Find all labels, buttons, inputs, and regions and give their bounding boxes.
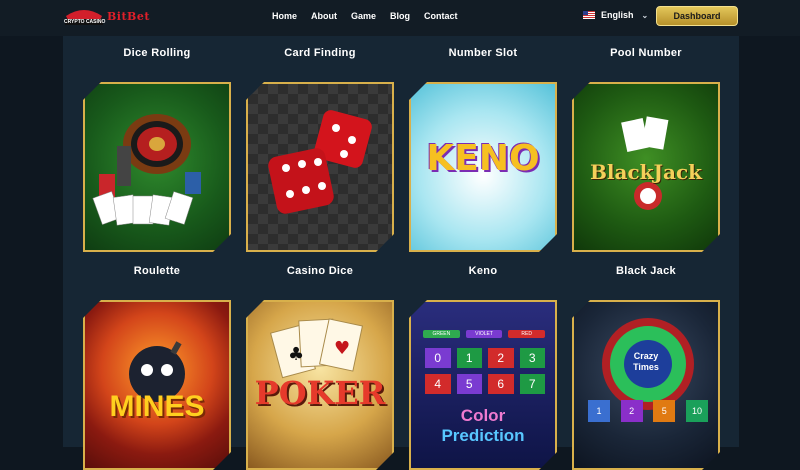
game-title: Dice Rolling [123, 47, 191, 59]
keno-image: KENO [411, 84, 555, 250]
poker-image: ♣ ♥ POKER [248, 302, 392, 468]
color-number-tile: 2 [488, 348, 514, 368]
game-card-dice-image[interactable] [246, 82, 394, 252]
crazy-tile: 10 [686, 400, 708, 422]
color-tab-violet: VIOLET [466, 330, 503, 338]
mines-image: MINES [85, 302, 229, 468]
color-number-grid: 0 1 2 3 4 5 6 7 [425, 348, 545, 394]
crazy-logo-top: Crazy [633, 351, 659, 361]
logo[interactable]: CRYPTO CASINO BitBet [62, 6, 152, 28]
nav-about[interactable]: About [311, 11, 337, 21]
blackjack-logo: BlackJack [574, 160, 718, 184]
svg-text:♣: ♣ [288, 344, 304, 365]
game-card-poker-image[interactable]: ♣ ♥ POKER [246, 300, 394, 470]
roulette-image [85, 84, 229, 250]
top-nav: CRYPTO CASINO BitBet Home About Game Blo… [0, 0, 800, 36]
game-title: Pool Number [610, 47, 682, 59]
game-card-crazy-times-image[interactable]: Crazy Times 1 2 5 10 [572, 300, 720, 470]
main-menu: Home About Game Blog Contact [272, 11, 472, 21]
color-tabs: GREEN VIOLET RED [423, 330, 545, 338]
crazy-tile: 5 [653, 400, 675, 422]
color-tab-red: RED [508, 330, 545, 338]
color-number-tile: 4 [425, 374, 451, 394]
game-card-blackjack-image[interactable]: BlackJack [572, 82, 720, 252]
nav-home[interactable]: Home [272, 11, 297, 21]
game-title: Casino Dice [286, 265, 354, 277]
game-title: Card Finding [284, 47, 356, 59]
logo-subtitle: CRYPTO CASINO [64, 19, 106, 25]
mines-logo-text: MINES [109, 390, 205, 423]
color-number-tile: 0 [425, 348, 451, 368]
color-number-tile: 3 [520, 348, 546, 368]
game-title: Number Slot [448, 47, 518, 59]
game-title: Roulette [133, 265, 181, 277]
poker-logo-text: POKER [254, 374, 386, 412]
game-card-keno-image[interactable]: KENO [409, 82, 557, 252]
game-title: Black Jack [616, 265, 676, 277]
brand-name: BitBet [107, 10, 150, 23]
color-number-tile: 7 [520, 374, 546, 394]
nav-blog[interactable]: Blog [390, 11, 410, 21]
svg-text:♥: ♥ [334, 338, 350, 359]
dashboard-button[interactable]: Dashboard [656, 6, 738, 26]
color-tab-green: GREEN [423, 330, 460, 338]
language-label: English [601, 10, 634, 20]
crazy-tiles: 1 2 5 10 [588, 400, 708, 422]
color-prediction-image: GREEN VIOLET RED 0 1 2 3 4 5 6 7 Color P… [411, 302, 555, 468]
blackjack-logo-jack: Jack [653, 160, 702, 184]
crazy-tile: 2 [621, 400, 643, 422]
language-selector[interactable]: English ⌄ [583, 10, 648, 20]
blackjack-logo-black: Black [590, 160, 654, 184]
nav-contact[interactable]: Contact [424, 11, 458, 21]
color-number-tile: 5 [457, 374, 483, 394]
crazy-tile: 1 [588, 400, 610, 422]
color-number-tile: 1 [457, 348, 483, 368]
game-card-roulette-image[interactable] [83, 82, 231, 252]
crazy-times-image: Crazy Times 1 2 5 10 [574, 302, 718, 468]
color-logo-top: Color [460, 406, 506, 425]
keno-logo-text: KENO [426, 138, 540, 179]
chevron-down-icon: ⌄ [641, 10, 649, 20]
crazy-logo-bottom: Times [633, 362, 659, 372]
game-title: Keno [468, 265, 498, 277]
us-flag-icon [583, 11, 595, 19]
game-card-mines-image[interactable]: MINES [83, 300, 231, 470]
color-logo-bottom: Prediction [441, 426, 525, 445]
dice-image [248, 84, 392, 250]
color-number-tile: 6 [488, 374, 514, 394]
blackjack-image: BlackJack [574, 84, 718, 250]
game-card-color-prediction-image[interactable]: GREEN VIOLET RED 0 1 2 3 4 5 6 7 Color P… [409, 300, 557, 470]
nav-game[interactable]: Game [351, 11, 376, 21]
